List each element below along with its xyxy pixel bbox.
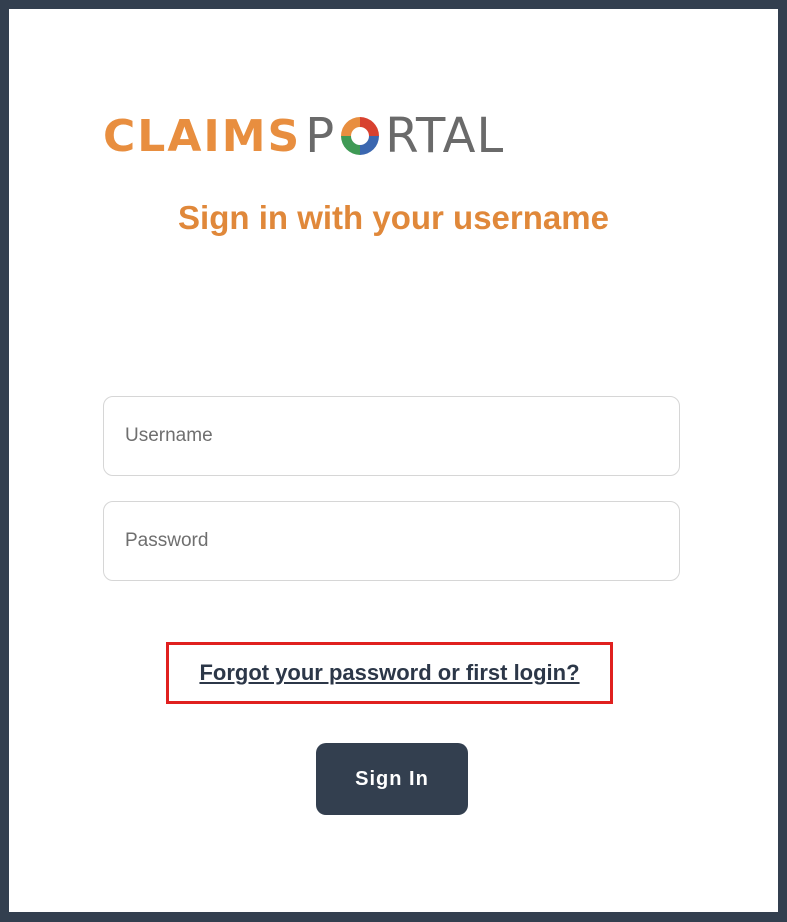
claims-portal-logo: CLAIMS P RTAL (103, 101, 685, 171)
page-title: Sign in with your username (178, 199, 609, 236)
logo-portal-rtal: RTAL (385, 108, 505, 164)
logo-portal-p: P (305, 108, 336, 164)
password-input[interactable] (103, 501, 680, 581)
forgot-link-highlight: Forgot your password or first login? (166, 642, 613, 704)
forgot-password-link[interactable]: Forgot your password or first login? (199, 660, 579, 686)
swirl-o-icon (341, 117, 380, 155)
login-card: CLAIMS P RTAL Sign in with your username… (9, 9, 778, 912)
logo-portal-text: P RTAL (305, 108, 504, 164)
sign-in-button[interactable]: Sign In (316, 743, 468, 815)
username-input[interactable] (103, 396, 680, 476)
logo-claims-text: CLAIMS (103, 110, 302, 162)
